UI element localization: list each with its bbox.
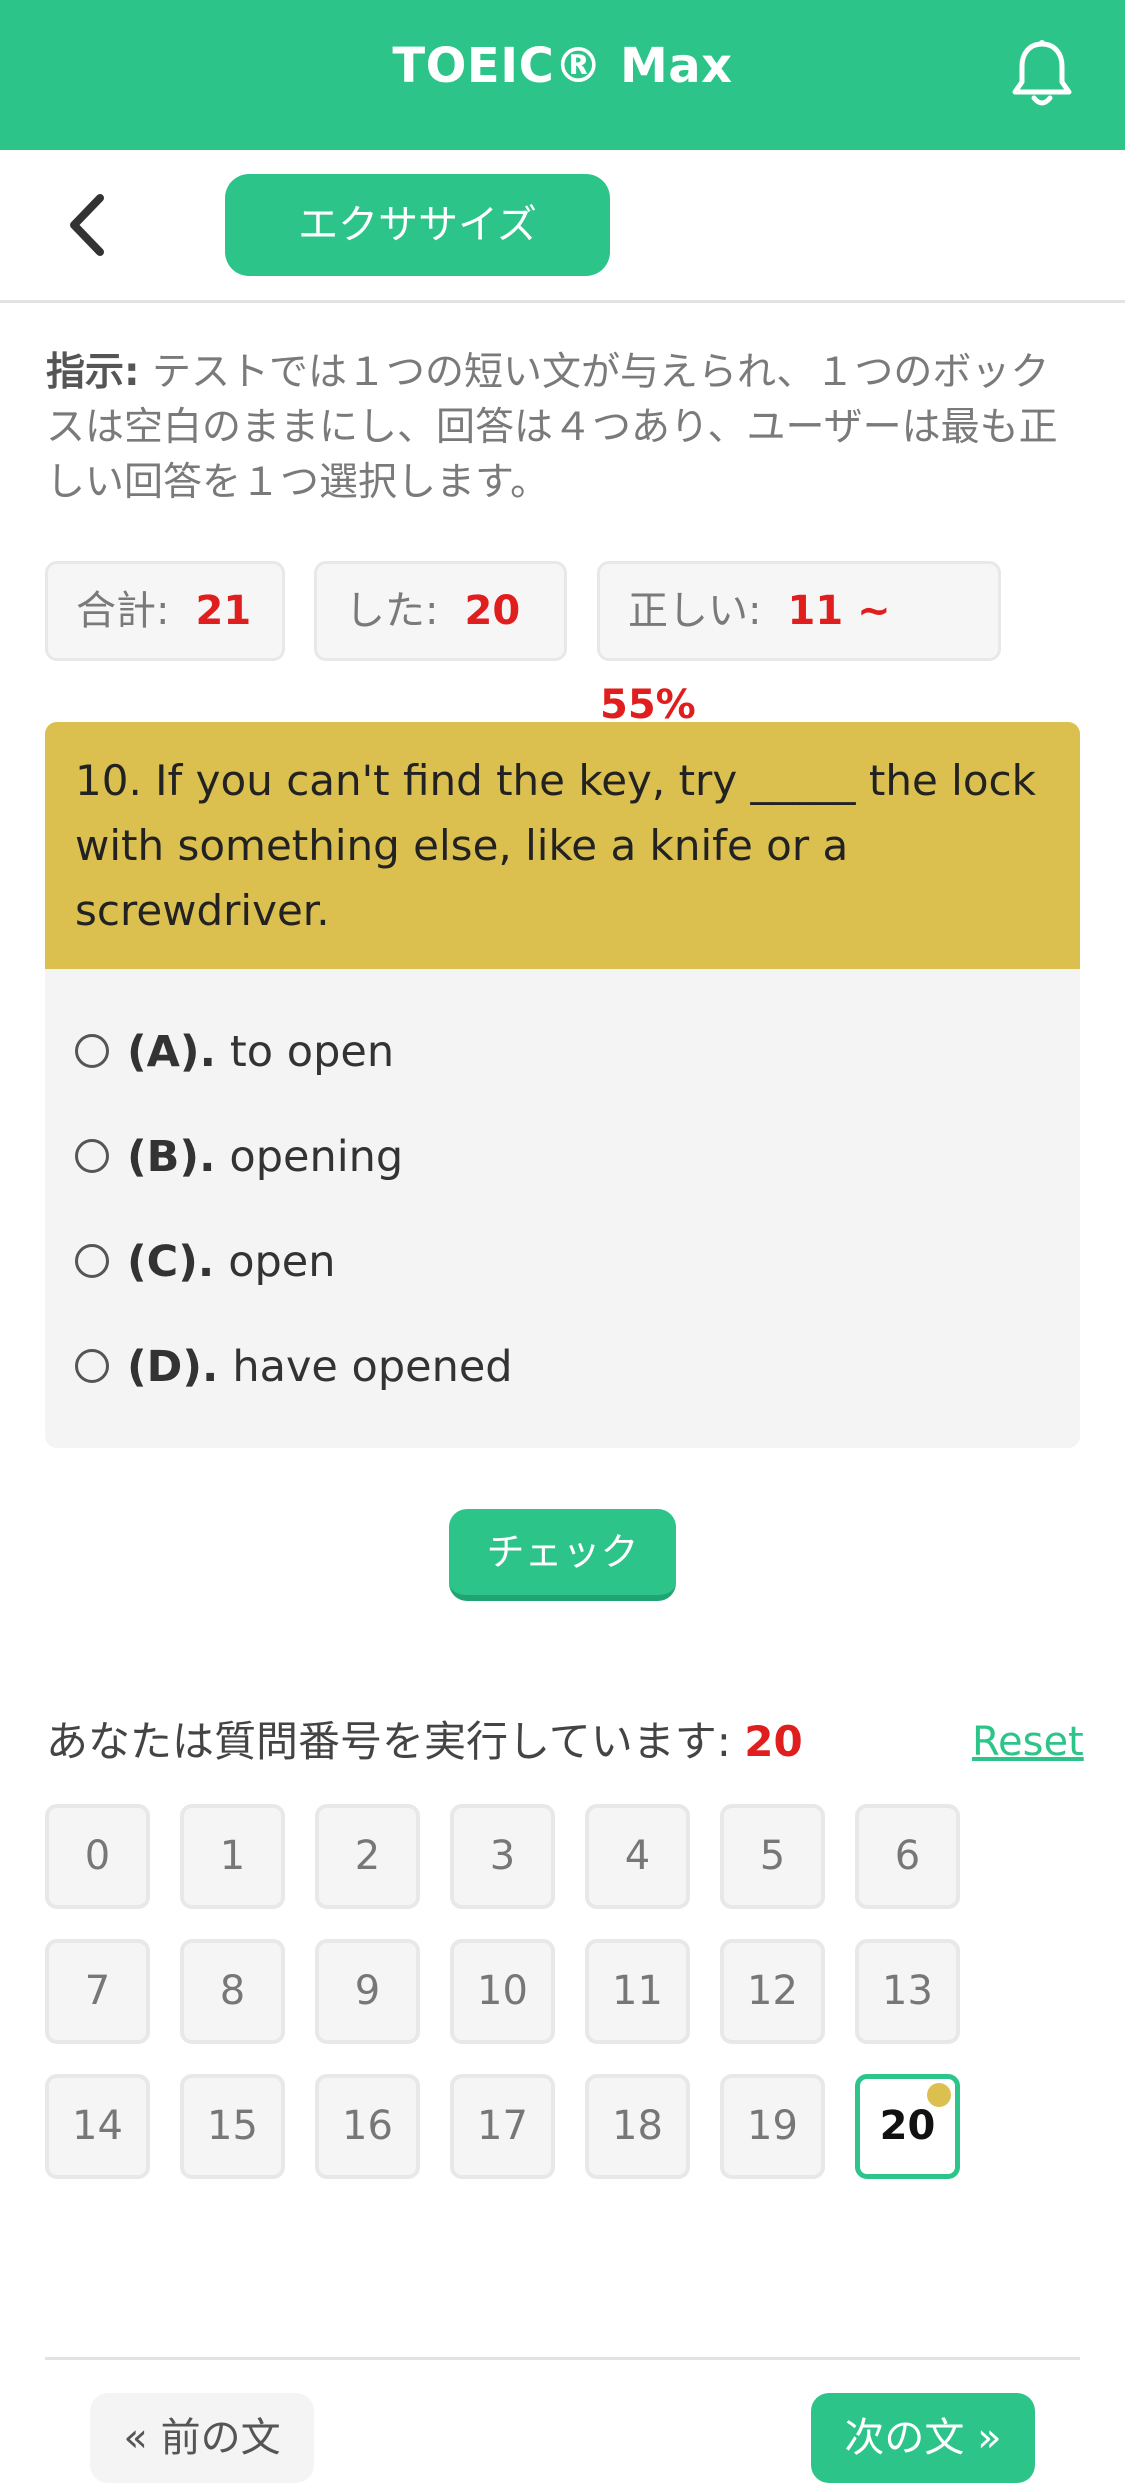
option-d[interactable]: (D). have opened [75, 1332, 513, 1402]
stat-done: した: 20 [314, 561, 567, 661]
option-c[interactable]: (C). open [75, 1227, 336, 1297]
question-text: 10. If you can't find the key, try _____… [45, 722, 1080, 969]
chevron-left-icon[interactable] [60, 190, 120, 260]
stat-correct: 正しい: 11 ~ 55% [597, 561, 1001, 728]
question-number-17[interactable]: 17 [450, 2074, 555, 2179]
option-text: open [228, 1237, 336, 1287]
question-number-16[interactable]: 16 [315, 2074, 420, 2179]
option-a[interactable]: (A). to open [75, 1017, 394, 1087]
question-number-7[interactable]: 7 [45, 1939, 150, 2044]
question-number-4[interactable]: 4 [585, 1804, 690, 1909]
question-number-9[interactable]: 9 [315, 1939, 420, 2044]
question-number-2[interactable]: 2 [315, 1804, 420, 1909]
option-text: to open [229, 1027, 395, 1077]
tab-exercise[interactable]: エクササイズ [225, 174, 610, 276]
question-number-6[interactable]: 6 [855, 1804, 960, 1909]
radio-button[interactable] [75, 1138, 109, 1173]
radio-button[interactable] [75, 1033, 109, 1068]
radio-button[interactable] [75, 1243, 109, 1278]
question-number-0[interactable]: 0 [45, 1804, 150, 1909]
current-question-number: 20 [744, 1717, 803, 1766]
question-number-20[interactable]: 20 [855, 2074, 960, 2179]
question-number-14[interactable]: 14 [45, 2074, 150, 2179]
app-title: TOEIC® Max [392, 38, 733, 94]
check-button[interactable]: チェック [449, 1509, 676, 1601]
stat-done-value: 20 [464, 588, 521, 634]
question-number-19[interactable]: 19 [720, 2074, 825, 2179]
option-letter: (B). [127, 1132, 216, 1182]
running-question-label: あなたは質問番号を実行しています: 20 [46, 1712, 803, 1772]
question-number-15[interactable]: 15 [180, 2074, 285, 2179]
question-number-18[interactable]: 18 [585, 2074, 690, 2179]
stat-total-value: 21 [195, 588, 252, 634]
question-number-1[interactable]: 1 [180, 1804, 285, 1909]
option-letter: (A). [127, 1027, 216, 1077]
question-number-13[interactable]: 13 [855, 1939, 960, 2044]
running-label-text: あなたは質問番号を実行しています: [46, 1717, 745, 1766]
instruction-text: 指示: テストでは１つの短い文が与えられ、１つのボックスは空白のままにし、回答は… [46, 345, 1071, 510]
option-text: opening [229, 1132, 404, 1182]
stat-done-label: した: [345, 588, 439, 634]
option-letter: (C). [127, 1237, 215, 1287]
question-number-11[interactable]: 11 [585, 1939, 690, 2044]
question-number-label: 20 [879, 2103, 936, 2149]
question-number-10[interactable]: 10 [450, 1939, 555, 2044]
question-number-12[interactable]: 12 [720, 1939, 825, 2044]
stat-correct-label: 正しい: [628, 588, 762, 634]
prev-sentence-button[interactable]: « 前の文 [90, 2393, 314, 2483]
option-text: have opened [232, 1342, 513, 1392]
question-number-3[interactable]: 3 [450, 1804, 555, 1909]
stat-total: 合計: 21 [45, 561, 285, 661]
current-indicator-dot [927, 2083, 951, 2107]
reset-link[interactable]: Reset [972, 1712, 1084, 1772]
question-number-8[interactable]: 8 [180, 1939, 285, 2044]
question-number-5[interactable]: 5 [720, 1804, 825, 1909]
radio-button[interactable] [75, 1348, 109, 1383]
sub-header: エクササイズ [0, 150, 1125, 303]
option-letter: (D). [127, 1342, 219, 1392]
bell-icon[interactable] [1009, 38, 1075, 110]
instruction-label: 指示: [46, 350, 140, 395]
question-card: 10. If you can't find the key, try _____… [45, 722, 1080, 1448]
app-header: TOEIC® Max [0, 0, 1125, 150]
next-sentence-button[interactable]: 次の文 » [811, 2393, 1035, 2483]
stat-total-label: 合計: [76, 588, 170, 634]
divider [45, 2357, 1080, 2360]
option-b[interactable]: (B). opening [75, 1122, 403, 1192]
instruction-body: テストでは１つの短い文が与えられ、１つのボックスは空白のままにし、回答は４つあり… [46, 350, 1058, 505]
